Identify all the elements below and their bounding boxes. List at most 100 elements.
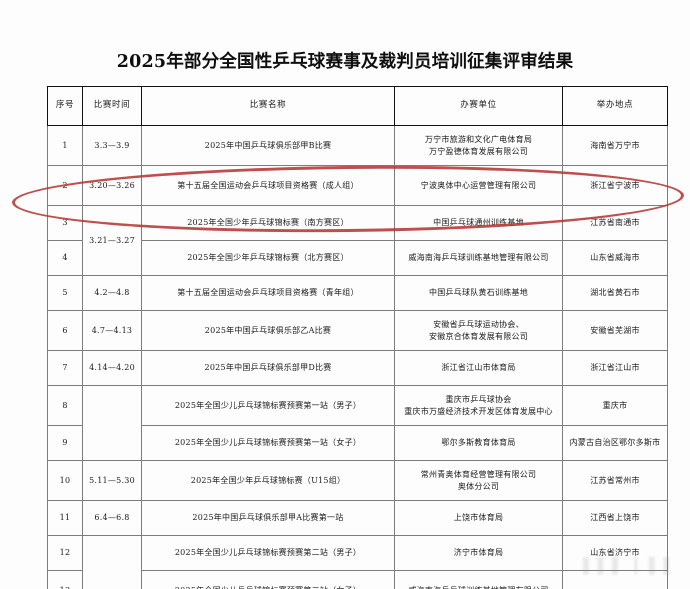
cell-name: 第十五届全国运动会乒乓球项目资格赛（青年组）: [141, 275, 395, 311]
cell-org-line1: 万宁市旅游和文化广电体育局: [424, 135, 533, 145]
cell-place: 海南省万宁市: [562, 125, 668, 166]
cell-seq: 11: [47, 500, 83, 536]
cell-org-line1: 浙江省江山市体育局: [441, 363, 516, 373]
cell-date: 4.7—4.13: [82, 310, 142, 351]
cell-org: 鄂尔多斯教育体育局: [394, 425, 563, 461]
cell-place: 浙江省江山市: [562, 350, 668, 386]
table-row: 8 2025年全国少儿乒乓球锦标赛预赛第一站（男子） 重庆市乒乓球协会 重庆市万盛经济…: [47, 385, 668, 461]
cell-place: 浙江省宁波市: [562, 165, 668, 206]
cell-org-line1: 中国乒乓球队黄石训练基地: [429, 288, 528, 298]
cell-org: 威海南海乒乓球训练基地管理有限公司: [394, 240, 563, 276]
cell-seq: 10: [47, 460, 83, 501]
cell-seq: 8: [47, 385, 83, 426]
cell-org: 济宁市体育局: [394, 535, 563, 571]
cell-date: 3.21—3.27: [82, 205, 142, 276]
table-row: 5 4.2—4.8 第十五届全国运动会乒乓球项目资格赛（青年组） 中国乒乓球队黄石训练…: [47, 275, 668, 311]
cell-date: 5.11—5.30: [82, 460, 142, 501]
results-table: 序号 比赛时间 比赛名称 办赛单位 举办地点 1 3.3—3.9 2025年中国乒乓…: [47, 86, 668, 589]
cell-place: 山东省威海市: [562, 240, 668, 276]
cell-name: 2025年中国乒乓球俱乐部乙A比赛: [141, 310, 395, 351]
results-table-container: 序号 比赛时间 比赛名称 办赛单位 举办地点 1 3.3—3.9 2025年中国乒乓…: [47, 86, 668, 589]
cell-seq: 12: [47, 535, 83, 571]
cell-date: [82, 385, 142, 461]
cell-seq: 2: [47, 165, 83, 206]
cell-place: 重庆市: [562, 385, 668, 426]
cell-org-line1: 上饶市体育局: [453, 513, 504, 523]
table-row: 3 3.21—3.27 2025年全国少年乒乓球锦标赛（南方赛区） 中国乒乓球通州训练…: [47, 205, 668, 276]
cell-date: [82, 535, 142, 589]
cell-org: 常州青奥体育经营管理有限公司 奥体分公司: [394, 460, 563, 501]
cell-org-line1: 宁波奥体中心运营管理有限公司: [420, 180, 537, 190]
cell-name: 2025年全国少年乒乓球锦标赛（南方赛区）: [141, 205, 395, 241]
table-row: 7 4.14—4.20 2025年中国乒乓球俱乐部甲D比赛 浙江省江山市体育局 浙江省江…: [47, 350, 668, 386]
cell-name: 2025年中国乒乓球俱乐部甲B比赛: [141, 125, 395, 166]
cell-org: 中国乒乓球通州训练基地: [394, 205, 563, 241]
cell-org: 威海南海乒乓球训练基地管理有限公司: [394, 570, 563, 589]
cell-name: 2025年全国少年乒乓球锦标赛（U15组）: [141, 460, 395, 501]
cell-name: 2025年中国乒乓球俱乐部甲D比赛: [141, 350, 395, 386]
cell-place: 江苏省常州市: [562, 460, 668, 501]
cell-seq: 5: [47, 275, 83, 311]
table-row: 10 5.11—5.30 2025年全国少年乒乓球锦标赛（U15组） 常州青奥体育经营…: [47, 460, 668, 501]
cell-org: 中国乒乓球队黄石训练基地: [394, 275, 563, 311]
cell-place: 山东省济宁市: [562, 535, 668, 571]
table-row: 1 3.3—3.9 2025年中国乒乓球俱乐部甲B比赛 万宁市旅游和文化广电体育局 万宁…: [47, 125, 668, 166]
cell-place: 江苏省南通市: [562, 205, 668, 241]
table-row: 2 3.20—3.26 第十五届全国运动会乒乓球项目资格赛（成人组） 宁波奥体中心运营…: [47, 165, 668, 206]
cell-org-line1: 常州青奥体育经营管理有限公司: [420, 470, 537, 480]
cell-org-line2: 重庆市万盛经济技术开发区体育发展中心: [404, 406, 553, 416]
cell-date: 4.14—4.20: [82, 350, 142, 386]
cell-org-line1: 中国乒乓球通州训练基地: [433, 218, 524, 228]
cell-seq: 7: [47, 350, 83, 386]
cell-org-line2: 安徽京合体育发展有限公司: [429, 331, 528, 341]
table-body: 1 3.3—3.9 2025年中国乒乓球俱乐部甲B比赛 万宁市旅游和文化广电体育局 万宁…: [47, 125, 668, 589]
column-header-name: 比赛名称: [141, 86, 395, 126]
cell-place: 湖北省黄石市: [562, 275, 668, 311]
cell-org-line1: 威海南海乒乓球训练基地管理有限公司: [408, 253, 549, 263]
cell-date: 6.4—6.8: [82, 500, 142, 536]
cell-org-line2: 万宁盈德体育发展有限公司: [429, 146, 528, 156]
column-header-place: 举办地点: [562, 86, 668, 126]
cell-name: 2025年全国少儿乒乓球锦标赛预赛第一站（男子）: [141, 385, 395, 426]
table-header-row: 序号 比赛时间 比赛名称 办赛单位 举办地点: [47, 86, 668, 126]
cell-place: [562, 570, 668, 589]
table-header: 序号 比赛时间 比赛名称 办赛单位 举办地点: [47, 86, 668, 126]
cell-name: 2025年全国少儿乒乓球锦标赛预赛第一站（女子）: [141, 425, 395, 461]
cell-date: 3.20—3.26: [82, 165, 142, 206]
cell-place: 内蒙古自治区鄂尔多斯市: [562, 425, 668, 461]
cell-org: 宁波奥体中心运营管理有限公司: [394, 165, 563, 206]
cell-place: 安徽省芜湖市: [562, 310, 668, 351]
cell-seq: 13: [47, 570, 83, 589]
cell-org-line1: 鄂尔多斯教育体育局: [441, 438, 516, 448]
cell-name: 2025年全国少儿乒乓球锦标赛预赛第二站（男子）: [141, 535, 395, 571]
cell-seq: 1: [47, 125, 83, 166]
cell-name: 2025年全国少儿乒乓球锦标赛预赛第二站（女子）: [141, 570, 395, 589]
cell-org-line1: 济宁市体育局: [453, 548, 504, 558]
cell-place: 江西省上饶市: [562, 500, 668, 536]
cell-org-line1: 重庆市乒乓球协会: [445, 395, 512, 405]
cell-org: 安徽省乒乓球运动协会、 安徽京合体育发展有限公司: [394, 310, 563, 351]
cell-org-line1: 安徽省乒乓球运动协会、: [433, 320, 524, 330]
cell-name: 第十五届全国运动会乒乓球项目资格赛（成人组）: [141, 165, 395, 206]
cell-name: 2025年全国少年乒乓球锦标赛（北方赛区）: [141, 240, 395, 276]
cell-date: 4.2—4.8: [82, 275, 142, 311]
cell-name: 2025年中国乒乓球俱乐部甲A比赛第一站: [141, 500, 395, 536]
cell-seq: 9: [47, 425, 83, 461]
cell-seq: 3: [47, 205, 83, 241]
column-header-org: 办赛单位: [394, 86, 563, 126]
column-header-date: 比赛时间: [82, 86, 142, 126]
table-row: 12 2025年全国少儿乒乓球锦标赛预赛第二站（男子） 济宁市体育局 山东省济宁市: [47, 535, 668, 589]
page-title: 2025年部分全国性乒乓球赛事及裁判员培训征集评审结果: [116, 52, 574, 72]
document-page: 2025年部分全国性乒乓球赛事及裁判员培训征集评审结果 序号 比赛时间 比赛名称…: [0, 0, 690, 589]
cell-org: 万宁市旅游和文化广电体育局 万宁盈德体育发展有限公司: [394, 125, 563, 166]
table-row: 11 6.4—6.8 2025年中国乒乓球俱乐部甲A比赛第一站 上饶市体育局 江西省上饶…: [47, 500, 668, 536]
cell-org: 上饶市体育局: [394, 500, 563, 536]
cell-org: 重庆市乒乓球协会 重庆市万盛经济技术开发区体育发展中心: [394, 385, 563, 426]
cell-org-line2: 奥体分公司: [457, 481, 500, 491]
cell-org-line1: 威海南海乒乓球训练基地管理有限公司: [397, 585, 560, 589]
cell-date: 3.3—3.9: [82, 125, 142, 166]
cell-seq: 6: [47, 310, 83, 351]
table-row: 6 4.7—4.13 2025年中国乒乓球俱乐部乙A比赛 安徽省乒乓球运动协会、 安徽京…: [47, 310, 668, 351]
cell-seq: 4: [47, 240, 83, 276]
cell-org: 浙江省江山市体育局: [394, 350, 563, 386]
